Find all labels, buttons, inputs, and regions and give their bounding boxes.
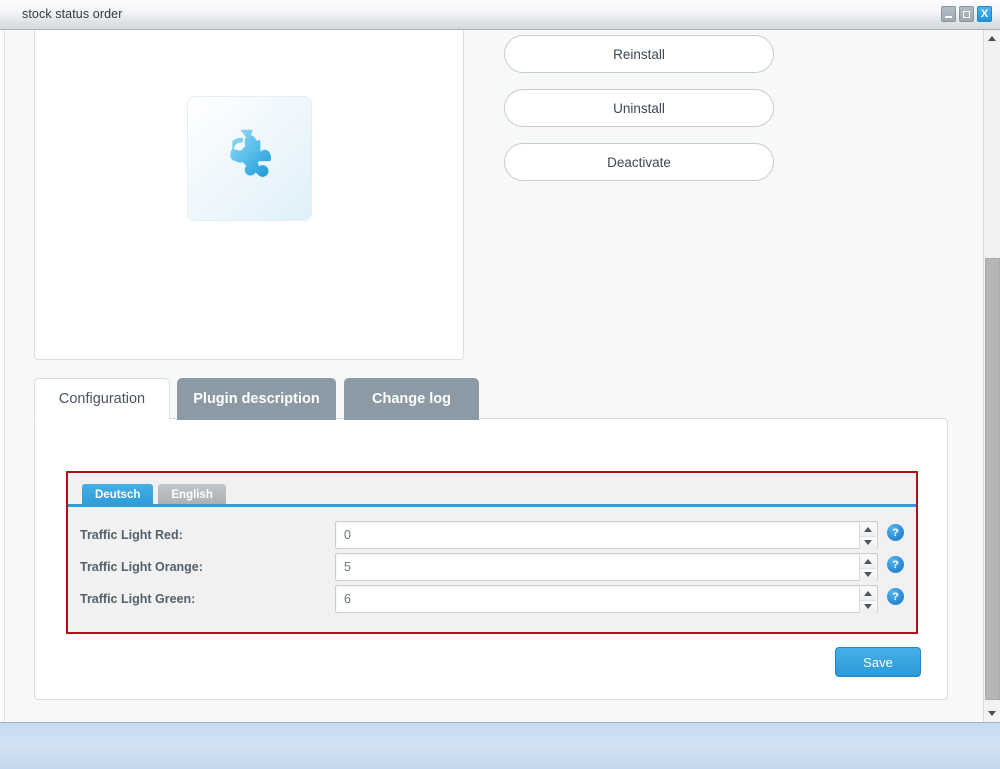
- close-icon: X: [980, 7, 989, 20]
- scroll-up-arrow[interactable]: [984, 30, 1000, 47]
- save-button[interactable]: Save: [835, 647, 921, 677]
- triangle-up-icon: [988, 36, 996, 41]
- language-tab-deutsch[interactable]: Deutsch: [82, 484, 154, 505]
- scroll-down-arrow[interactable]: [984, 705, 1000, 722]
- help-icon-traffic-light-green[interactable]: ?: [887, 588, 904, 605]
- spinner-down-traffic-light-red[interactable]: [860, 536, 876, 549]
- input-traffic-light-green[interactable]: 6: [335, 585, 878, 613]
- triangle-down-icon: [988, 711, 996, 716]
- uninstall-button[interactable]: Uninstall: [504, 89, 774, 127]
- help-icon-traffic-light-orange[interactable]: ?: [887, 556, 904, 573]
- spinner-up-traffic-light-orange[interactable]: [860, 555, 876, 569]
- language-tab-english[interactable]: English: [158, 484, 226, 505]
- minimize-icon: [945, 16, 952, 18]
- spinner-traffic-light-orange[interactable]: [859, 555, 876, 581]
- tab-change-log[interactable]: Change log: [344, 378, 479, 420]
- help-icon-traffic-light-red[interactable]: ?: [887, 524, 904, 541]
- tab-plugin-description[interactable]: Plugin description: [177, 378, 336, 420]
- plugin-actions: Reinstall Uninstall Deactivate: [504, 35, 774, 197]
- vertical-scrollbar[interactable]: [983, 30, 1000, 722]
- page-viewport: Reinstall Uninstall Deactivate Configura…: [0, 30, 1000, 722]
- deactivate-button[interactable]: Deactivate: [504, 143, 774, 181]
- input-traffic-light-orange[interactable]: 5: [335, 553, 878, 581]
- close-button[interactable]: X: [977, 6, 992, 22]
- spinner-down-traffic-light-green[interactable]: [860, 600, 876, 613]
- input-traffic-light-red[interactable]: 0: [335, 521, 878, 549]
- configuration-panel: Deutsch English Traffic Light Red: 0 ? T…: [34, 418, 948, 700]
- language-tabstrip: Deutsch English: [82, 483, 226, 505]
- spinner-down-traffic-light-orange[interactable]: [860, 568, 876, 581]
- window-title: stock status order: [22, 7, 123, 21]
- caret-up-icon: [864, 558, 872, 564]
- input-value-traffic-light-red: 0: [344, 528, 351, 542]
- maximize-button[interactable]: [959, 6, 974, 22]
- caret-up-icon: [864, 526, 872, 532]
- puzzle-piece-icon: [187, 96, 312, 221]
- input-value-traffic-light-green: 6: [344, 592, 351, 606]
- minimize-button[interactable]: [941, 6, 956, 22]
- scrollbar-thumb[interactable]: [985, 258, 1000, 700]
- caret-down-icon: [864, 572, 872, 578]
- window-titlebar: stock status order X: [0, 0, 1000, 30]
- label-traffic-light-red: Traffic Light Red:: [80, 528, 183, 542]
- field-row-traffic-light-orange: Traffic Light Orange: 5 ?: [68, 553, 920, 585]
- input-value-traffic-light-orange: 5: [344, 560, 351, 574]
- main-tabstrip: Configuration Plugin description Change …: [34, 378, 948, 420]
- language-tab-underline: [68, 504, 916, 507]
- field-row-traffic-light-green: Traffic Light Green: 6 ?: [68, 585, 920, 617]
- label-traffic-light-orange: Traffic Light Orange:: [80, 560, 203, 574]
- window-footer: [0, 722, 1000, 769]
- spinner-traffic-light-red[interactable]: [859, 523, 876, 549]
- plugin-info-card: [34, 30, 464, 360]
- caret-down-icon: [864, 604, 872, 610]
- spinner-traffic-light-green[interactable]: [859, 587, 876, 613]
- window-controls: X: [941, 6, 992, 22]
- field-row-traffic-light-red: Traffic Light Red: 0 ?: [68, 521, 920, 553]
- caret-up-icon: [864, 590, 872, 596]
- tab-configuration[interactable]: Configuration: [34, 378, 170, 420]
- reinstall-button[interactable]: Reinstall: [504, 35, 774, 73]
- spinner-up-traffic-light-red[interactable]: [860, 523, 876, 537]
- configuration-form-box: Deutsch English Traffic Light Red: 0 ? T…: [66, 471, 918, 634]
- label-traffic-light-green: Traffic Light Green:: [80, 592, 196, 606]
- spinner-up-traffic-light-green[interactable]: [860, 587, 876, 601]
- caret-down-icon: [864, 540, 872, 546]
- maximize-icon: [963, 10, 970, 18]
